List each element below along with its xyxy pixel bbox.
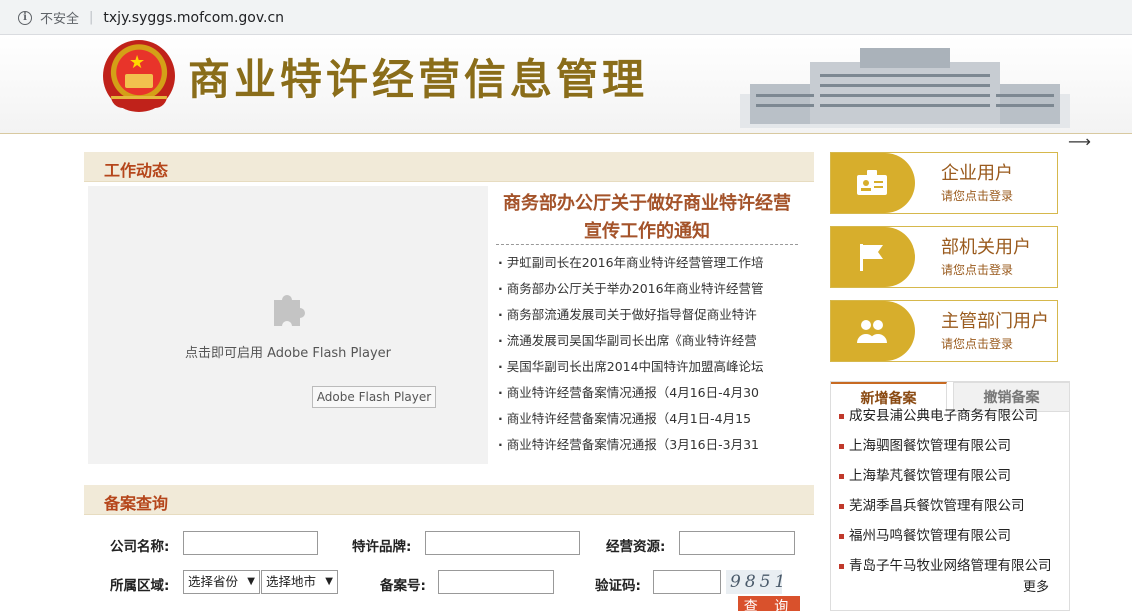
- query-button[interactable]: 查 询: [738, 596, 800, 611]
- city-select[interactable]: 选择地市 ▼: [261, 570, 338, 594]
- query-section-title: 备案查询: [104, 494, 169, 513]
- list-item[interactable]: 成安县浦公典电子商务有限公司: [837, 401, 1065, 431]
- news-headline[interactable]: 商务部办公厅关于做好商业特许经营宣传工作的通知: [496, 190, 798, 246]
- captcha-input[interactable]: [653, 570, 721, 594]
- news-item[interactable]: 商务部流通发展司关于做好指导督促商业特许: [498, 302, 794, 328]
- site-title: 商业特许经营信息管理: [188, 55, 649, 104]
- ministry-user-title: 部机关用户: [941, 237, 1031, 258]
- site-banner: ★ 商业特许经营信息管理: [0, 36, 1132, 134]
- record-no-label: 备案号:: [380, 578, 426, 594]
- national-emblem-icon: ★: [103, 40, 175, 112]
- list-item[interactable]: 芜湖季昌兵餐饮管理有限公司: [837, 491, 1065, 521]
- login-icon-badge: [831, 227, 915, 287]
- flag-icon: [860, 244, 883, 271]
- brand-input[interactable]: [425, 531, 580, 555]
- news-divider: [496, 244, 798, 245]
- plugin-puzzle-icon: [274, 295, 305, 326]
- records-list: 成安县浦公典电子商务有限公司 上海驷图餐饮管理有限公司 上海挚芃餐饮管理有限公司…: [837, 408, 1065, 581]
- authority-user-subtitle: 请您点击登录: [941, 337, 1014, 351]
- province-select-value: 选择省份: [188, 574, 239, 589]
- flash-player-button[interactable]: Adobe Flash Player: [312, 386, 436, 408]
- news-section-title: 工作动态: [104, 161, 169, 180]
- news-item[interactable]: 商业特许经营备案情况通报（4月1日-4月15: [498, 406, 794, 432]
- resource-label: 经营资源:: [606, 539, 666, 555]
- news-item[interactable]: 商业特许经营备案情况通报（4月16日-4月30: [498, 380, 794, 406]
- flash-placeholder[interactable]: 点击即可启用 Adobe Flash Player Adobe Flash Pl…: [88, 186, 488, 464]
- city-select-value: 选择地市: [266, 574, 317, 589]
- news-item[interactable]: 流通发展司吴国华副司长出席《商业特许经营: [498, 328, 794, 354]
- records-panel: 新增备案 撤销备案 成安县浦公典电子商务有限公司 上海驷图餐饮管理有限公司 上海…: [830, 381, 1070, 611]
- info-icon[interactable]: i: [18, 10, 32, 25]
- news-list: 尹虹副司长在2016年商业特许经营管理工作培 商务部办公厅关于举办2016年商业…: [498, 250, 794, 458]
- caret-down-icon: ▼: [247, 576, 255, 587]
- browser-address-bar: i 不安全 | txjy.syggs.mofcom.gov.cn: [0, 0, 1132, 35]
- ribbon-shape: [111, 96, 167, 108]
- login-icon-badge: [831, 153, 915, 213]
- omnibox[interactable]: i 不安全 | txjy.syggs.mofcom.gov.cn: [6, 4, 1126, 31]
- province-select[interactable]: 选择省份 ▼: [183, 570, 260, 594]
- more-link[interactable]: 更多: [1021, 576, 1052, 595]
- building-illustration: [740, 48, 1070, 128]
- record-no-input[interactable]: [438, 570, 554, 594]
- caret-down-icon: ▼: [325, 576, 333, 587]
- flash-enable-text: 点击即可启用 Adobe Flash Player: [184, 346, 392, 361]
- security-label[interactable]: 不安全: [40, 8, 79, 27]
- users-icon: [857, 320, 887, 343]
- resource-input[interactable]: [679, 531, 795, 555]
- enterprise-user-subtitle: 请您点击登录: [941, 189, 1014, 203]
- star-icon: ★: [129, 52, 146, 73]
- gate-shape: [125, 74, 153, 88]
- news-item[interactable]: 商务部办公厅关于举办2016年商业特许经营管: [498, 276, 794, 302]
- ministry-user-login[interactable]: 部机关用户 请您点击登录: [830, 226, 1058, 288]
- authority-user-login[interactable]: 主管部门用户 请您点击登录: [830, 300, 1058, 362]
- company-name-input[interactable]: [183, 531, 318, 555]
- address-separator: |: [89, 10, 94, 25]
- list-item[interactable]: 上海驷图餐饮管理有限公司: [837, 431, 1065, 461]
- news-section-header: 工作动态: [84, 152, 814, 182]
- authority-user-title: 主管部门用户: [941, 311, 1049, 332]
- captcha-label: 验证码:: [595, 578, 641, 594]
- list-item[interactable]: 上海挚芃餐饮管理有限公司: [837, 461, 1065, 491]
- enterprise-user-login[interactable]: 企业用户 请您点击登录: [830, 152, 1058, 214]
- list-item[interactable]: 福州马鸣餐饮管理有限公司: [837, 521, 1065, 551]
- captcha-image[interactable]: 9851: [726, 570, 785, 594]
- news-item[interactable]: 商业特许经营备案情况通报（3月16日-3月31: [498, 432, 794, 458]
- brand-label: 特许品牌:: [352, 539, 412, 555]
- arrow-right-icon[interactable]: ⟶: [1068, 132, 1091, 151]
- id-card-icon: [857, 170, 887, 195]
- news-item[interactable]: 吴国华副司长出席2014中国特许加盟高峰论坛: [498, 354, 794, 380]
- company-name-label: 公司名称:: [110, 539, 170, 555]
- login-icon-badge: [831, 301, 915, 361]
- query-section-header: 备案查询: [84, 485, 814, 515]
- region-label: 所属区域:: [110, 578, 170, 594]
- ministry-user-subtitle: 请您点击登录: [941, 263, 1014, 277]
- enterprise-user-title: 企业用户: [941, 163, 1013, 184]
- url-text[interactable]: txjy.syggs.mofcom.gov.cn: [103, 10, 284, 26]
- news-item[interactable]: 尹虹副司长在2016年商业特许经营管理工作培: [498, 250, 794, 276]
